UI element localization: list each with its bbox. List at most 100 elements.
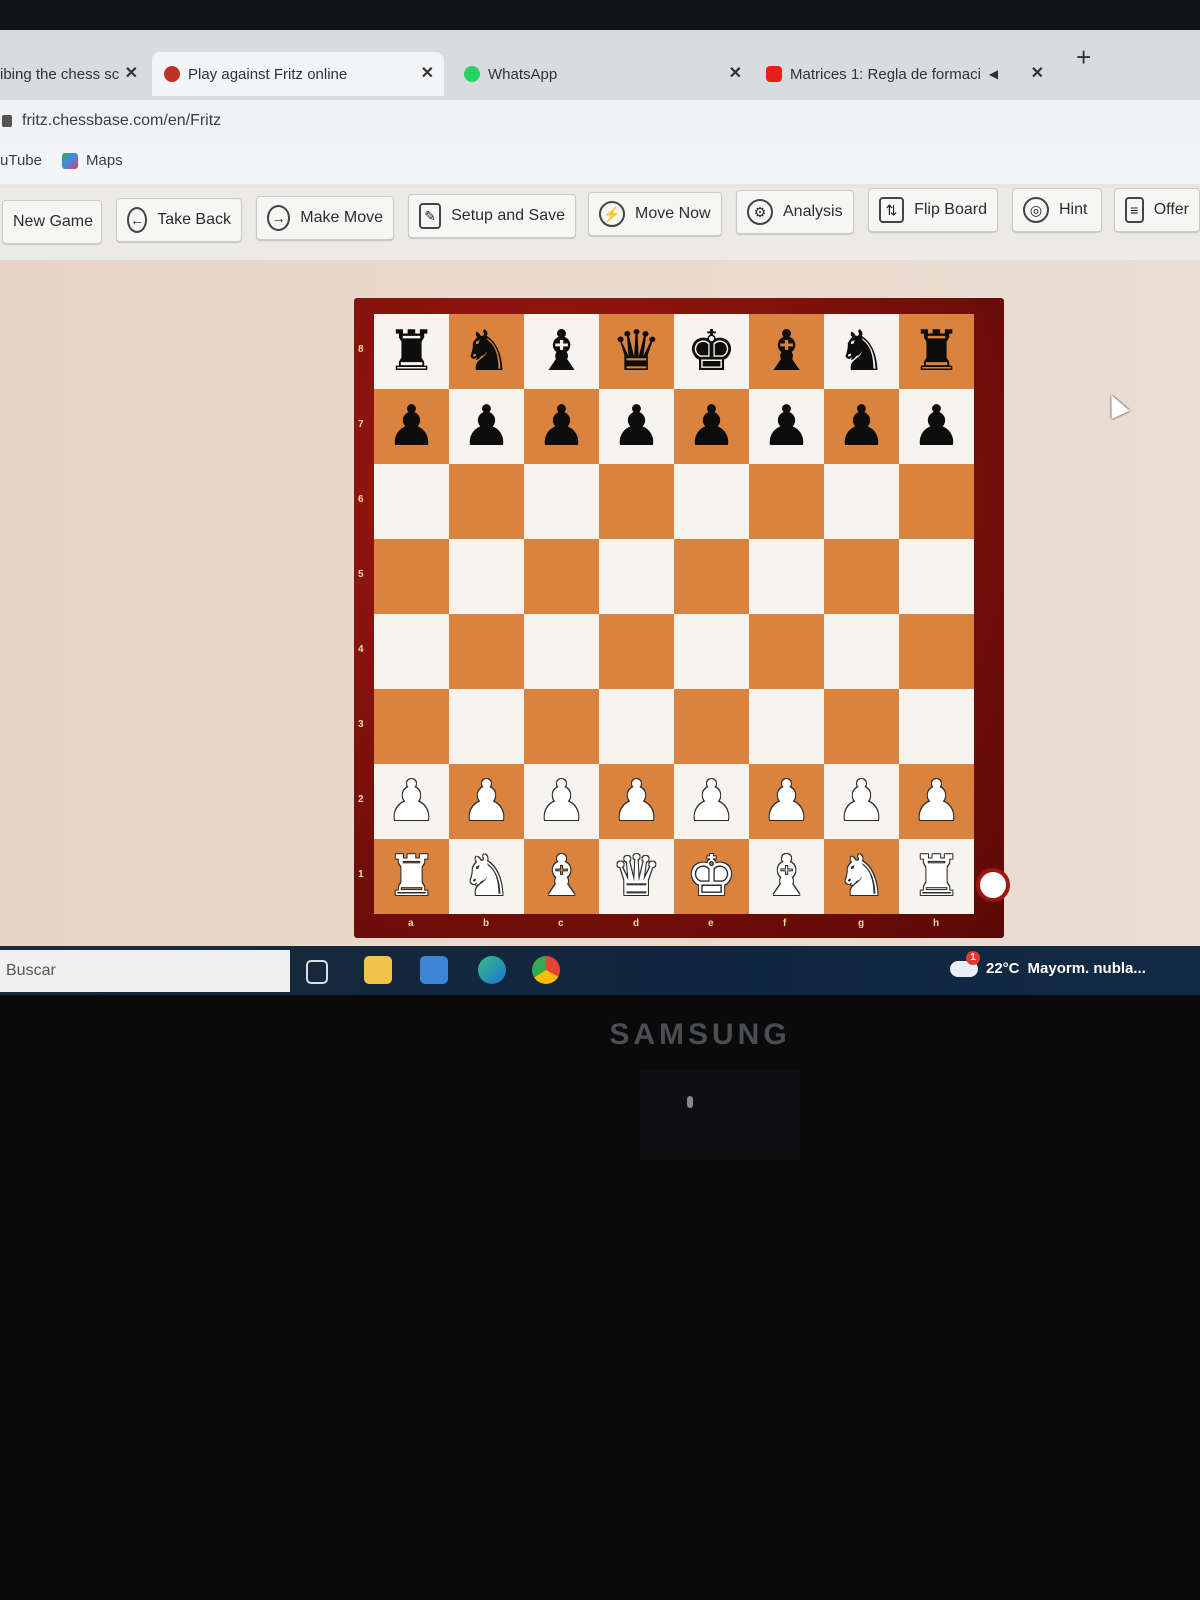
chrome-icon[interactable]: [532, 956, 560, 984]
tab-chess-scan[interactable]: ibing the chess sc ✕: [0, 52, 148, 96]
square-d6[interactable]: [599, 464, 674, 539]
square-e1[interactable]: ♚: [674, 839, 749, 914]
close-icon[interactable]: ✕: [729, 63, 742, 83]
close-icon[interactable]: ✕: [1031, 63, 1044, 83]
chess-piece-icon[interactable]: ♟: [611, 773, 661, 830]
square-c2[interactable]: ♟: [524, 764, 599, 839]
taskbar-search[interactable]: Buscar: [0, 950, 290, 992]
square-f3[interactable]: [749, 689, 824, 764]
square-h3[interactable]: [899, 689, 974, 764]
chess-piece-icon[interactable]: ♝: [536, 323, 586, 380]
square-b7[interactable]: ♟: [449, 389, 524, 464]
chess-piece-icon[interactable]: ♚: [686, 848, 736, 905]
setup-and-save-button[interactable]: ✎ Setup and Save: [408, 194, 576, 238]
square-c8[interactable]: ♝: [524, 314, 599, 389]
square-e3[interactable]: [674, 689, 749, 764]
square-b6[interactable]: [449, 464, 524, 539]
file-explorer-icon[interactable]: [364, 956, 392, 984]
chess-piece-icon[interactable]: ♟: [761, 398, 811, 455]
close-icon[interactable]: ✕: [421, 63, 434, 83]
square-g7[interactable]: ♟: [824, 389, 899, 464]
chess-piece-icon[interactable]: ♜: [386, 848, 436, 905]
square-a7[interactable]: ♟: [374, 389, 449, 464]
edge-icon[interactable]: [478, 956, 506, 984]
square-b2[interactable]: ♟: [449, 764, 524, 839]
address-bar[interactable]: fritz.chessbase.com/en/Fritz: [0, 100, 1200, 144]
square-b5[interactable]: [449, 539, 524, 614]
square-d4[interactable]: [599, 614, 674, 689]
square-g5[interactable]: [824, 539, 899, 614]
square-c4[interactable]: [524, 614, 599, 689]
store-icon[interactable]: [420, 956, 448, 984]
square-a5[interactable]: [374, 539, 449, 614]
tab-whatsapp[interactable]: WhatsApp ✕: [452, 52, 752, 96]
new-game-button[interactable]: New Game: [2, 200, 102, 244]
offer-button[interactable]: ≡ Offer: [1114, 188, 1200, 232]
hint-button[interactable]: ◎ Hint: [1012, 188, 1102, 232]
chess-piece-icon[interactable]: ♟: [911, 398, 961, 455]
square-a8[interactable]: ♜: [374, 314, 449, 389]
square-d3[interactable]: [599, 689, 674, 764]
chess-piece-icon[interactable]: ♛: [611, 323, 661, 380]
move-now-button[interactable]: ⚡ Move Now: [588, 192, 722, 236]
chess-piece-icon[interactable]: ♟: [386, 398, 436, 455]
square-e2[interactable]: ♟: [674, 764, 749, 839]
square-a4[interactable]: [374, 614, 449, 689]
chess-piece-icon[interactable]: ♝: [761, 323, 811, 380]
square-c6[interactable]: [524, 464, 599, 539]
analysis-button[interactable]: ⚙ Analysis: [736, 190, 854, 234]
chess-piece-icon[interactable]: ♟: [686, 773, 736, 830]
chess-piece-icon[interactable]: ♟: [536, 398, 586, 455]
square-f8[interactable]: ♝: [749, 314, 824, 389]
chess-piece-icon[interactable]: ♟: [686, 398, 736, 455]
chess-piece-icon[interactable]: ♟: [386, 773, 436, 830]
square-h8[interactable]: ♜: [899, 314, 974, 389]
chess-piece-icon[interactable]: ♚: [686, 323, 736, 380]
chess-piece-icon[interactable]: ♜: [386, 323, 436, 380]
new-tab-button[interactable]: +: [1076, 42, 1091, 73]
square-b8[interactable]: ♞: [449, 314, 524, 389]
task-view-icon[interactable]: [306, 960, 328, 984]
square-c3[interactable]: [524, 689, 599, 764]
bookmark-maps[interactable]: Maps: [62, 152, 123, 169]
flip-board-button[interactable]: ⇅ Flip Board: [868, 188, 998, 232]
square-b4[interactable]: [449, 614, 524, 689]
chess-piece-icon[interactable]: ♝: [761, 848, 811, 905]
square-b1[interactable]: ♞: [449, 839, 524, 914]
square-a6[interactable]: [374, 464, 449, 539]
chess-piece-icon[interactable]: ♞: [836, 848, 886, 905]
square-c7[interactable]: ♟: [524, 389, 599, 464]
square-h2[interactable]: ♟: [899, 764, 974, 839]
chess-piece-icon[interactable]: ♛: [611, 848, 661, 905]
bookmark-youtube[interactable]: uTube: [0, 152, 42, 169]
chess-piece-icon[interactable]: ♟: [836, 773, 886, 830]
square-c5[interactable]: [524, 539, 599, 614]
square-h4[interactable]: [899, 614, 974, 689]
chess-piece-icon[interactable]: ♞: [836, 323, 886, 380]
chess-piece-icon[interactable]: ♟: [611, 398, 661, 455]
chess-piece-icon[interactable]: ♟: [836, 398, 886, 455]
square-g6[interactable]: [824, 464, 899, 539]
square-h6[interactable]: [899, 464, 974, 539]
square-g1[interactable]: ♞: [824, 839, 899, 914]
square-e7[interactable]: ♟: [674, 389, 749, 464]
board-resize-handle[interactable]: [976, 868, 1010, 902]
square-a1[interactable]: ♜: [374, 839, 449, 914]
square-d7[interactable]: ♟: [599, 389, 674, 464]
address-url[interactable]: fritz.chessbase.com/en/Fritz: [22, 112, 221, 130]
tab-youtube-matrices[interactable]: Matrices 1: Regla de formaci ◀︎ ✕: [754, 52, 1054, 96]
square-f1[interactable]: ♝: [749, 839, 824, 914]
chess-piece-icon[interactable]: ♟: [461, 773, 511, 830]
square-f4[interactable]: [749, 614, 824, 689]
square-d5[interactable]: [599, 539, 674, 614]
square-f5[interactable]: [749, 539, 824, 614]
square-a2[interactable]: ♟: [374, 764, 449, 839]
chess-piece-icon[interactable]: ♟: [911, 773, 961, 830]
take-back-button[interactable]: ← Take Back: [116, 198, 242, 242]
square-f2[interactable]: ♟: [749, 764, 824, 839]
chess-piece-icon[interactable]: ♝: [536, 848, 586, 905]
square-g8[interactable]: ♞: [824, 314, 899, 389]
square-f7[interactable]: ♟: [749, 389, 824, 464]
chess-board[interactable]: ♜ ♞ ♝ ♛ ♚ ♝ ♞ ♜ ♟ ♟ ♟ ♟ ♟ ♟ ♟ ♟ ♟ ♟ ♟ ♟ ♟ ♟ ♟ ♟ ♜ ♞ ♝ ♛ ♚ ♝ ♞ ♜: [374, 314, 974, 914]
square-e4[interactable]: [674, 614, 749, 689]
